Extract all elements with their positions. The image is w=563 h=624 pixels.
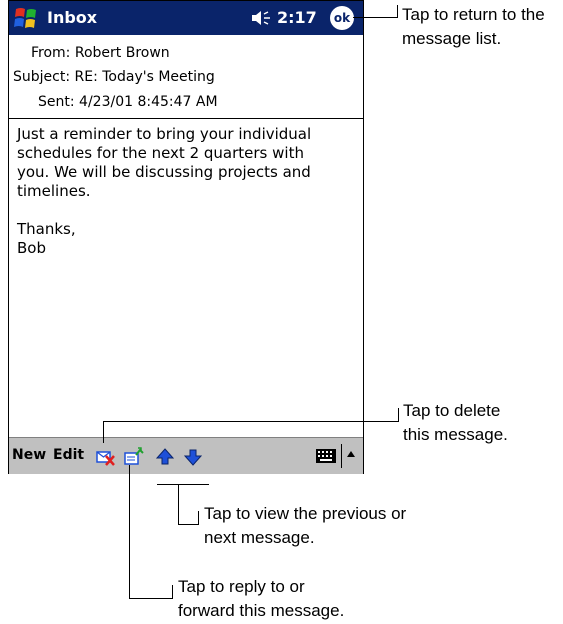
nav-callout-bracket bbox=[157, 484, 209, 485]
nav-callout: Tap to view the previous or next message… bbox=[204, 502, 406, 550]
delete-callout-line-v bbox=[103, 421, 104, 443]
app-title: Inbox bbox=[47, 8, 98, 27]
from-value: Robert Brown bbox=[74, 45, 170, 61]
windows-start-icon[interactable] bbox=[13, 5, 41, 31]
delete-callout-tick bbox=[398, 408, 399, 422]
subject-label: Subject: bbox=[13, 69, 71, 85]
new-menu[interactable]: New bbox=[12, 447, 46, 463]
ok-callout: Tap to return to the message list. bbox=[402, 3, 545, 51]
ok-callout-tick bbox=[397, 5, 398, 18]
reply-callout-line-v bbox=[129, 465, 130, 599]
reply-icon[interactable] bbox=[124, 447, 144, 467]
delete-callout-line1: Tap to delete bbox=[403, 401, 501, 420]
keyboard-icon[interactable] bbox=[315, 448, 337, 464]
sent-row: Sent: 4/23/01 8:45:47 AM bbox=[38, 94, 218, 110]
ok-button[interactable]: ok bbox=[330, 6, 354, 30]
title-bar: Inbox 2:17 ok bbox=[9, 1, 363, 35]
subject-value: RE: Today's Meeting bbox=[74, 69, 215, 85]
ok-callout-line1: Tap to return to the bbox=[402, 5, 545, 24]
next-arrow-icon[interactable] bbox=[183, 447, 203, 467]
input-menu-arrow-icon[interactable] bbox=[346, 448, 356, 460]
subject-row: Subject: RE: Today's Meeting bbox=[13, 69, 215, 85]
nav-callout-line-h bbox=[178, 524, 198, 525]
input-separator bbox=[341, 444, 342, 468]
delete-callout-line-h bbox=[103, 421, 398, 422]
message-body[interactable]: Just a reminder to bring your individual… bbox=[17, 125, 357, 258]
sent-value: 4/23/01 8:45:47 AM bbox=[79, 94, 218, 110]
delete-icon[interactable] bbox=[96, 447, 116, 467]
pocket-pc-screen: Inbox 2:17 ok From: Robert Brown Subject… bbox=[8, 0, 364, 474]
reply-callout-line-h bbox=[129, 598, 172, 599]
menu-bar: New Edit bbox=[9, 437, 363, 474]
reply-callout-tick bbox=[172, 585, 173, 599]
ok-callout-line2: message list. bbox=[402, 29, 502, 48]
delete-callout: Tap to delete this message. bbox=[403, 399, 508, 447]
reply-callout-line1: Tap to reply to or bbox=[178, 577, 305, 596]
nav-callout-line1: Tap to view the previous or bbox=[204, 504, 407, 523]
previous-arrow-icon[interactable] bbox=[155, 447, 175, 467]
header-divider bbox=[9, 118, 363, 119]
nav-callout-line2: next message. bbox=[204, 528, 315, 547]
speaker-icon[interactable] bbox=[251, 10, 273, 26]
sent-label: Sent: bbox=[38, 94, 75, 110]
nav-callout-tick bbox=[198, 511, 199, 525]
delete-callout-line2: this message. bbox=[403, 425, 508, 444]
from-label: From: bbox=[31, 45, 71, 61]
edit-menu[interactable]: Edit bbox=[53, 447, 84, 463]
ok-callout-line bbox=[353, 17, 397, 18]
nav-callout-line-v bbox=[178, 484, 179, 525]
clock-time[interactable]: 2:17 bbox=[277, 8, 317, 27]
from-row: From: Robert Brown bbox=[31, 45, 170, 61]
reply-callout-line2: forward this message. bbox=[178, 601, 345, 620]
reply-callout: Tap to reply to or forward this message. bbox=[178, 575, 344, 623]
